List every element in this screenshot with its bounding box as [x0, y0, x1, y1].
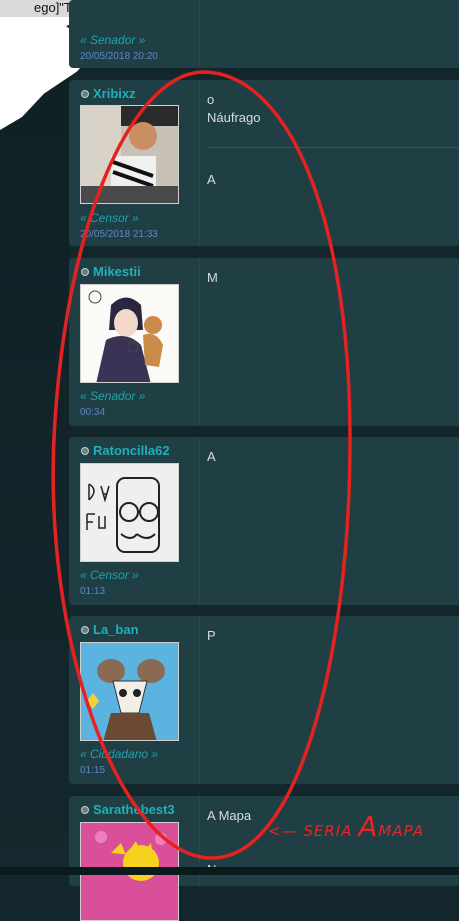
avatar[interactable]	[80, 105, 179, 204]
username-link[interactable]: Sarathebest3	[93, 802, 175, 817]
message-line: M	[207, 270, 218, 285]
author-row: Mikestii	[81, 264, 141, 279]
username-link[interactable]: Xribixz	[93, 86, 136, 101]
post-la-ban: La_ban « Ciudadano » 01:15 P	[69, 616, 459, 784]
post-date: 01:15	[80, 765, 106, 776]
online-status-icon	[81, 267, 89, 276]
message-line: o	[207, 92, 215, 107]
avatar[interactable]	[80, 284, 179, 383]
rank-label: « Senador »	[80, 33, 146, 47]
post-date: 01:13	[80, 586, 106, 597]
message-line: A Mapa	[207, 808, 252, 823]
post-previous: « Senador » 20/05/2018 20:20	[69, 0, 459, 68]
photo-avatar-image	[81, 106, 178, 203]
avatar[interactable]	[80, 463, 179, 562]
post-divider	[199, 80, 200, 246]
sketch-avatar-image	[81, 464, 178, 561]
message-line: A	[207, 172, 216, 187]
creature-avatar-image	[81, 643, 178, 740]
handwritten-annotation: <— SERIA AMAPA	[268, 810, 424, 843]
message-line: P	[207, 628, 216, 643]
bottom-bar	[0, 867, 459, 875]
post-divider	[199, 0, 200, 68]
author-row: La_ban	[81, 622, 139, 637]
online-status-icon	[81, 805, 89, 814]
annotation-letter: A	[358, 810, 379, 843]
avatar[interactable]	[80, 642, 179, 741]
rank-label: « Censor »	[80, 211, 139, 225]
post-divider	[199, 258, 200, 426]
message-divider	[207, 147, 459, 148]
username-link[interactable]: Ratoncilla62	[93, 443, 170, 458]
rank-label: « Censor »	[80, 568, 139, 582]
rank-label: « Ciudadano »	[80, 747, 159, 761]
message-line: Náufrago	[207, 110, 261, 125]
annotation-word: SERIA	[303, 822, 353, 840]
author-row: Xribixz	[81, 86, 136, 101]
post-ratoncilla62: Ratoncilla62 « Censor » 01:13 A	[69, 437, 459, 605]
rank-label: « Senador »	[80, 389, 146, 403]
message-line: A	[207, 449, 216, 464]
post-mikestii: Mikestii « Senador » 00:34 M	[69, 258, 459, 426]
post-date: 20/05/2018 20:20	[80, 51, 158, 62]
post-date: 00:34	[80, 407, 106, 418]
online-status-icon	[81, 446, 89, 455]
page-left-gutter	[0, 0, 70, 875]
anime-avatar-image	[81, 285, 178, 382]
username-link[interactable]: Mikestii	[93, 264, 141, 279]
username-link[interactable]: La_ban	[93, 622, 139, 637]
annotation-tail: MAPA	[378, 822, 425, 840]
post-xribixz: Xribixz « Censor » 20/05/2018 21:33 o Ná…	[69, 80, 459, 246]
author-row: Sarathebest3	[81, 802, 175, 817]
online-status-icon	[81, 625, 89, 634]
online-status-icon	[81, 89, 89, 98]
author-row: Ratoncilla62	[81, 443, 170, 458]
post-date: 20/05/2018 21:33	[80, 229, 158, 240]
annotation-arrow: <—	[268, 822, 298, 840]
post-divider	[199, 616, 200, 784]
post-divider	[199, 437, 200, 605]
